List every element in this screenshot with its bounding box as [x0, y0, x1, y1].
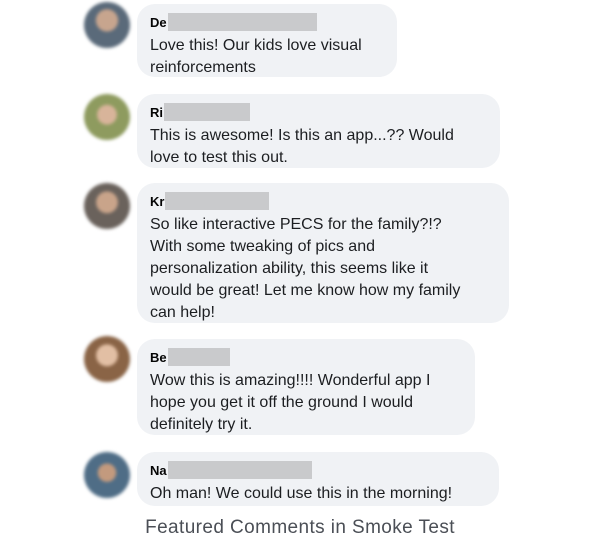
comment-text: So like interactive PECS for the family?…	[150, 216, 461, 321]
avatar[interactable]	[84, 183, 130, 229]
comment-text: Oh man! We could use this in the morning…	[150, 485, 453, 502]
commenter-name[interactable]: Be	[150, 350, 167, 365]
figure-caption: Featured Comments in Smoke Test	[145, 517, 455, 538]
comment-bubble: Na Oh man! We could use this in the morn…	[137, 452, 499, 506]
commenter-name[interactable]: Kr	[150, 194, 164, 209]
avatar[interactable]	[84, 94, 130, 140]
name-redaction	[167, 348, 230, 366]
name-redaction	[165, 192, 270, 210]
commenter-name[interactable]: Ri	[150, 105, 163, 120]
name-redaction	[167, 461, 312, 479]
avatar[interactable]	[84, 452, 130, 498]
comment-bubble: De Love this! Our kids love visual reinf…	[137, 4, 397, 77]
comment-text: This is awesome! Is this an app...?? Wou…	[150, 127, 454, 166]
avatar[interactable]	[84, 336, 130, 382]
comment-bubble: Be Wow this is amazing!!!! Wonderful app…	[137, 339, 475, 435]
comment-bubble: Kr So like interactive PECS for the fami…	[137, 183, 509, 323]
name-redaction	[167, 13, 317, 31]
comment-bubble: Ri This is awesome! Is this an app...?? …	[137, 94, 500, 168]
avatar[interactable]	[84, 2, 130, 48]
comment-text: Wow this is amazing!!!! Wonderful app I …	[150, 372, 431, 433]
comment-text: Love this! Our kids love visual reinforc…	[150, 37, 362, 76]
name-redaction	[164, 103, 250, 121]
commenter-name[interactable]: Na	[150, 463, 167, 478]
commenter-name[interactable]: De	[150, 15, 167, 30]
